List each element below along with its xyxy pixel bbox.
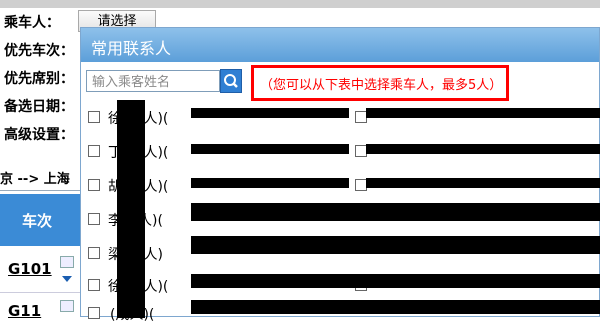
redaction-bar bbox=[366, 144, 600, 154]
passenger-checkbox[interactable] bbox=[88, 111, 100, 123]
contacts-dialog: 常用联系人 （您可以从下表中选择乘车人，最多5人） 徐(成人)( 丁(成人)( … bbox=[80, 27, 600, 323]
train-column-header: 车次 bbox=[0, 194, 80, 246]
train-number-link[interactable]: G11 bbox=[8, 302, 41, 320]
search-button[interactable] bbox=[220, 69, 242, 93]
redaction-bar bbox=[191, 236, 600, 254]
divider bbox=[0, 190, 80, 191]
redaction-bar bbox=[191, 108, 349, 118]
redaction-bar bbox=[191, 178, 349, 188]
passenger-label: 乘车人： bbox=[4, 15, 60, 31]
route-text: 京 --> 上海 bbox=[0, 172, 70, 187]
id-card-icon bbox=[60, 300, 74, 312]
redaction-bar bbox=[191, 274, 600, 288]
backup-date-label: 备选日期： bbox=[4, 99, 74, 115]
selection-hint: （您可以从下表中选择乘车人，最多5人） bbox=[251, 65, 509, 101]
dialog-title: 常用联系人 bbox=[91, 39, 172, 58]
id-card-icon bbox=[60, 256, 74, 268]
search-input-wrapper[interactable] bbox=[86, 70, 220, 93]
passenger-checkbox[interactable] bbox=[88, 213, 100, 225]
dialog-title-bar[interactable]: 常用联系人 bbox=[81, 28, 599, 62]
divider bbox=[0, 292, 80, 293]
redaction-bar bbox=[366, 108, 600, 118]
advanced-settings-label: 高级设置： bbox=[4, 127, 74, 143]
redaction-bar bbox=[117, 100, 145, 318]
priority-seat-label: 优先席别： bbox=[4, 71, 74, 87]
passenger-checkbox[interactable] bbox=[88, 145, 100, 157]
passenger-checkbox[interactable] bbox=[88, 179, 100, 191]
redaction-bar bbox=[191, 144, 349, 154]
passenger-checkbox[interactable] bbox=[88, 307, 100, 319]
priority-train-label: 优先车次： bbox=[4, 43, 74, 59]
search-icon bbox=[224, 74, 238, 88]
redaction-bar bbox=[366, 178, 600, 188]
selection-hint-text: （您可以从下表中选择乘车人，最多5人） bbox=[260, 78, 503, 93]
train-column-header-label: 车次 bbox=[22, 212, 53, 230]
passenger-checkbox[interactable] bbox=[88, 247, 100, 259]
redaction-bar bbox=[191, 203, 600, 221]
passenger-search-input[interactable] bbox=[87, 72, 219, 93]
passenger-checkbox[interactable] bbox=[88, 279, 100, 291]
background-strip bbox=[0, 0, 600, 8]
dropdown-arrow-icon[interactable] bbox=[62, 276, 72, 282]
train-number-link[interactable]: G101 bbox=[8, 260, 52, 278]
